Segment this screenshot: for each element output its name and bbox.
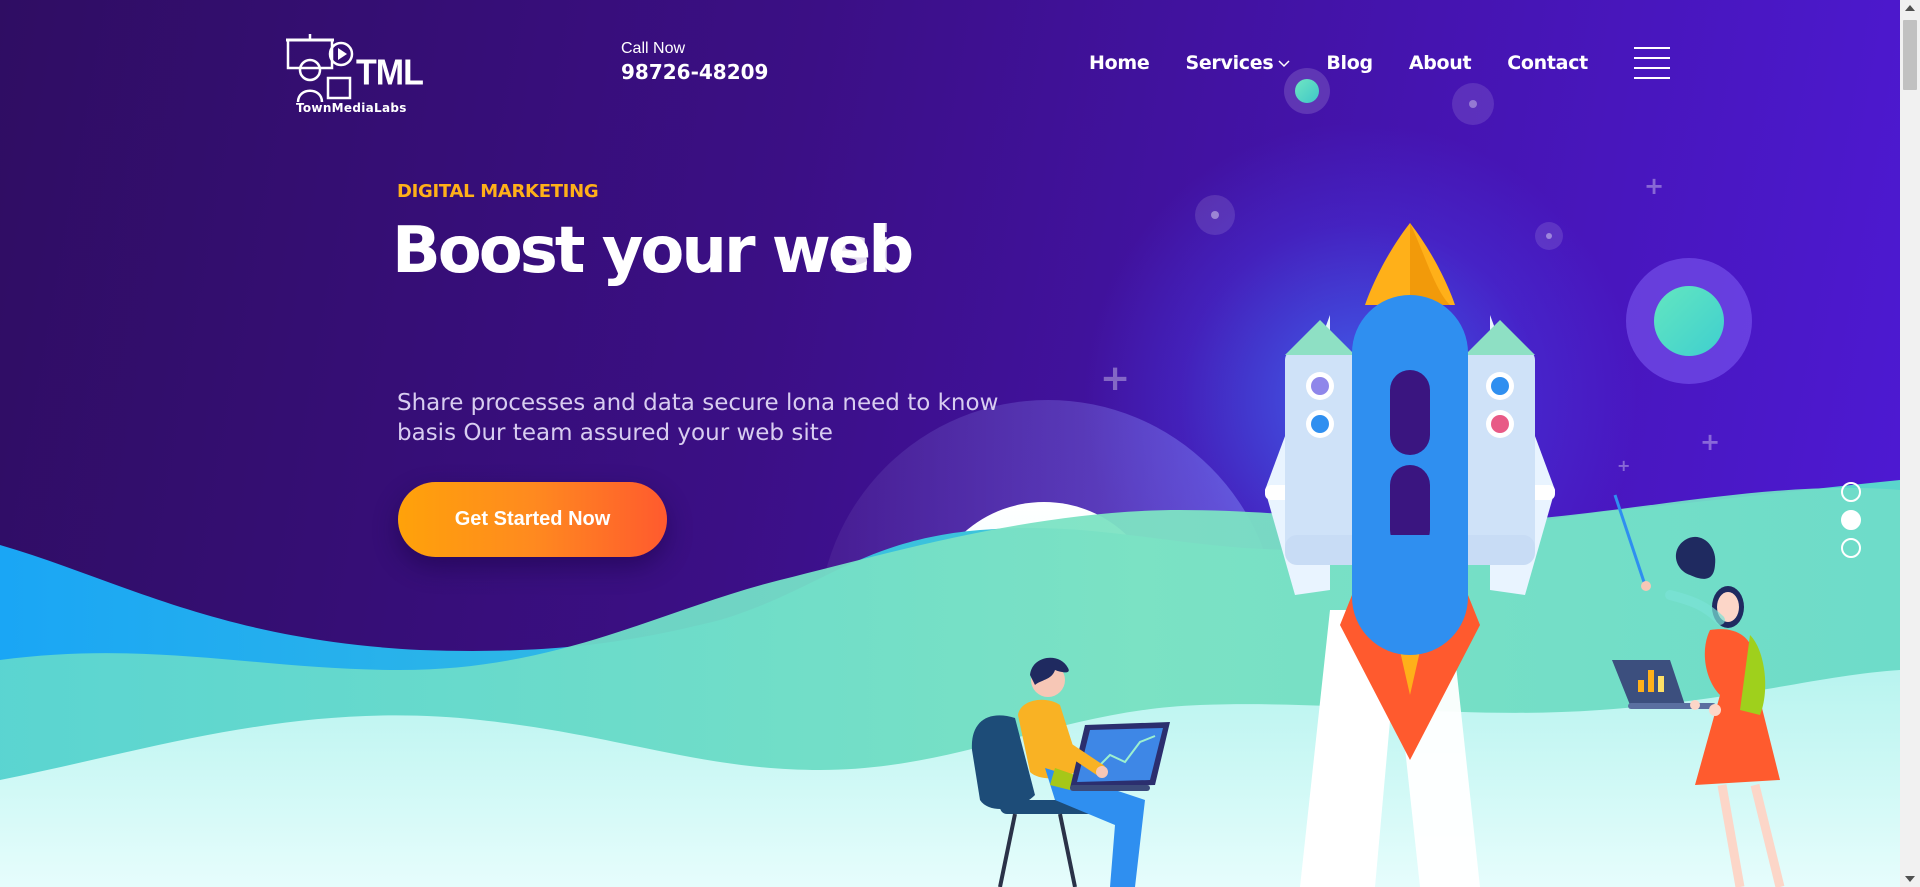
plus-icon: + xyxy=(1100,358,1131,399)
small-dot-icon xyxy=(1469,100,1477,108)
site-logo[interactable]: TML TownMediaLabs xyxy=(284,32,424,122)
plus-icon: + xyxy=(1700,428,1721,456)
nav-item-label: Services xyxy=(1185,52,1274,74)
hamburger-line xyxy=(1634,57,1670,59)
hamburger-line xyxy=(1634,67,1670,69)
hamburger-line xyxy=(1634,47,1670,49)
nav-item-home[interactable]: Home xyxy=(1089,52,1150,74)
logo-icon xyxy=(286,34,354,103)
nav-item-about[interactable]: About xyxy=(1409,52,1472,74)
scroll-thumb[interactable] xyxy=(1903,20,1917,90)
man-at-laptop-illustration xyxy=(971,657,1170,887)
nav-item-blog[interactable]: Blog xyxy=(1326,52,1373,74)
scroll-up-icon[interactable] xyxy=(1905,5,1915,11)
planet-icon xyxy=(1295,79,1319,103)
plus-icon: + xyxy=(1644,172,1665,200)
chevron-down-icon xyxy=(1278,60,1290,68)
logo-mark: TML xyxy=(356,53,424,93)
logo-name: TownMediaLabs xyxy=(296,101,407,115)
main-nav: Home Services Blog About Contact xyxy=(1089,52,1588,74)
slider-dot-3[interactable] xyxy=(1841,538,1861,558)
slider-dot-2[interactable] xyxy=(1841,510,1861,530)
slider-dot-1[interactable] xyxy=(1841,482,1861,502)
nav-item-services[interactable]: Services xyxy=(1185,52,1290,74)
call-now-block[interactable]: Call Now 98726-48209 xyxy=(621,40,768,84)
phone-number[interactable]: 98726-48209 xyxy=(621,60,768,84)
typing-text-fragment: si xyxy=(832,214,893,288)
nav-item-contact[interactable]: Contact xyxy=(1507,52,1588,74)
woman-with-laptop-illustration xyxy=(1612,494,1785,887)
hamburger-line xyxy=(1634,77,1670,79)
rocket-illustration xyxy=(1265,223,1555,887)
call-label: Call Now xyxy=(621,40,686,57)
get-started-button[interactable]: Get Started Now xyxy=(398,482,667,557)
hero-description: Share processes and data secure lona nee… xyxy=(397,390,999,446)
scroll-down-icon[interactable] xyxy=(1905,876,1915,882)
hamburger-menu-icon[interactable] xyxy=(1634,47,1670,79)
planet-icon xyxy=(1654,286,1724,356)
small-dot-icon xyxy=(1211,211,1219,219)
page-scrollbar[interactable] xyxy=(1900,0,1920,887)
hero-eyebrow: DIGITAL MARKETING xyxy=(397,181,599,202)
